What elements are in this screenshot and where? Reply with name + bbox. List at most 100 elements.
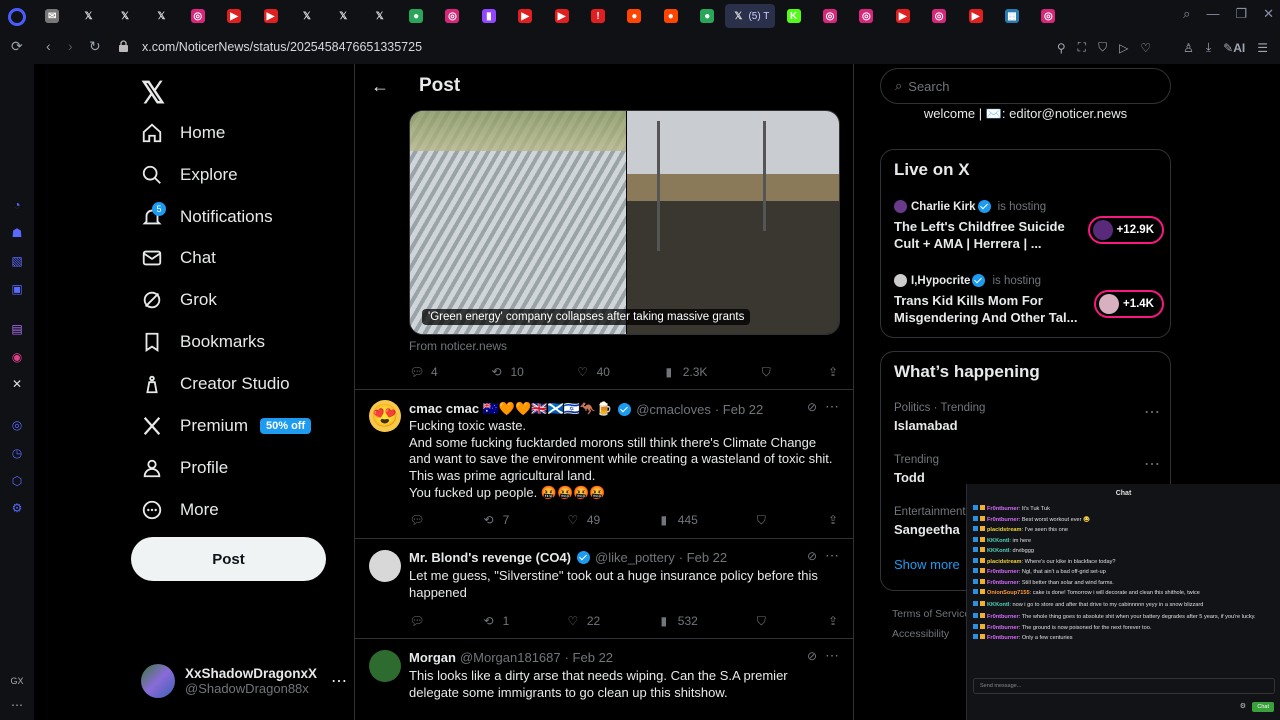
like-button[interactable]: ♡ 22	[565, 613, 600, 629]
reply-cmac[interactable]: 😍 cmac cmac 🇦🇺🧡🧡🇬🇧🏴󠁧󠁢󠁳󠁣󠁴󠁿🇮🇱🦘🍺 @cmacloves…	[355, 389, 853, 537]
bookmark-button[interactable]: ⛉	[753, 613, 769, 629]
reload-sidebar-icon[interactable]: ⟳	[11, 38, 23, 55]
bookmark-button[interactable]: ⛉	[753, 512, 769, 528]
chrome-tab[interactable]: ●	[398, 4, 434, 28]
back-icon[interactable]: ‹	[46, 38, 51, 54]
grok-icon[interactable]: ⊘	[807, 400, 817, 414]
chat-username[interactable]: Fr0ntburner	[987, 635, 1019, 641]
link-source[interactable]: From noticer.news	[409, 339, 507, 353]
account-more-icon[interactable]: ⋯	[331, 671, 347, 691]
reply-date[interactable]: · Feb 22	[715, 402, 763, 417]
tracker-icon[interactable]: ▧	[10, 254, 24, 268]
nav-item-premium[interactable]: Premium 50% off	[140, 411, 312, 441]
reply-handle[interactable]: @Morgan181687	[460, 650, 561, 665]
reply-button[interactable]: 💬︎ 4	[409, 364, 437, 380]
live-item[interactable]: I,Hypocrite is hosting Trans Kid Kills Mo…	[894, 274, 1164, 326]
x-active-tab[interactable]: 𝕏 (5) T	[725, 4, 776, 28]
x-sidebar-icon[interactable]: ✕	[10, 377, 24, 391]
footer-terms-link[interactable]: Terms of Service	[892, 608, 970, 620]
maximize-icon[interactable]: ❐	[1235, 6, 1247, 22]
nav-item-profile[interactable]: Profile	[140, 453, 228, 483]
menu-icon[interactable]: ☰	[1257, 41, 1268, 55]
x-tab[interactable]: 𝕏	[325, 4, 361, 28]
history-icon[interactable]: ◷	[10, 446, 24, 460]
youtube-tab[interactable]: ▶	[543, 4, 579, 28]
post-media-card[interactable]: 'Green energy' company collapses after t…	[409, 110, 840, 335]
nav-item-bookmarks[interactable]: Bookmarks	[140, 327, 265, 357]
chat-username[interactable]: OnionSoup7155	[987, 590, 1030, 596]
x-tab[interactable]: 𝕏	[362, 4, 398, 28]
x-tab[interactable]: 𝕏	[289, 4, 325, 28]
reply-author[interactable]: Morgan	[409, 650, 456, 665]
chat-username[interactable]: Fr0ntburner	[987, 569, 1019, 575]
nav-item-creator-studio[interactable]: Creator Studio	[140, 369, 290, 399]
kick-tab[interactable]: K	[775, 4, 811, 28]
instagram-tab[interactable]: ◎	[812, 4, 848, 28]
chat-username[interactable]: Fr0ntburner	[987, 517, 1019, 523]
profile-icon[interactable]: ♙	[1183, 41, 1194, 55]
instagram-tab[interactable]: ◎	[1030, 4, 1066, 28]
share-button[interactable]: ⇪	[825, 512, 841, 528]
search-input[interactable]: ⌕ Search	[880, 68, 1171, 104]
share-button[interactable]: ⇪	[825, 613, 841, 629]
youtube-tab[interactable]: ▶	[885, 4, 921, 28]
player-icon[interactable]: ◎	[10, 418, 24, 432]
grok-icon[interactable]: ⊘	[807, 649, 817, 663]
reply-author[interactable]: cmac cmac 🇦🇺🧡🧡🇬🇧🏴󠁧󠁢󠁳󠁣󠁴󠁿🇮🇱🦘🍺	[409, 401, 612, 417]
ai-sidebar-icon[interactable]: ☗	[10, 226, 24, 240]
speed-dial-icon[interactable]: ◔	[10, 198, 24, 212]
instagram-tab[interactable]: ◎	[921, 4, 957, 28]
close-icon[interactable]: ✕	[1263, 6, 1274, 22]
x-tab[interactable]: 𝕏	[143, 4, 179, 28]
reddit-tab[interactable]: ●	[653, 4, 689, 28]
listener-pill[interactable]: +1.4K	[1093, 290, 1164, 318]
chat-username[interactable]: KKKontl	[987, 548, 1009, 554]
chat-username[interactable]: KKKontl	[987, 538, 1009, 544]
post-button[interactable]: Post	[131, 537, 326, 581]
x-tab[interactable]: 𝕏	[107, 4, 143, 28]
bookmark-button[interactable]: ⛉	[758, 364, 774, 380]
more-icon[interactable]: ⋯	[1144, 454, 1160, 474]
sidebar-more-icon[interactable]: ⋯	[10, 698, 24, 712]
chat-username[interactable]: placidstream	[987, 559, 1022, 565]
settings-icon[interactable]: ⚙	[10, 501, 24, 515]
repost-button[interactable]: ⟲ 1	[481, 613, 510, 629]
youtube-tab[interactable]: ▶	[216, 4, 252, 28]
chat-username[interactable]: KKKontl	[987, 602, 1009, 608]
views-button[interactable]: ▮ 532	[656, 613, 697, 629]
messenger-icon[interactable]: ▣	[10, 282, 24, 296]
show-more-link[interactable]: Show more	[894, 557, 960, 572]
gx-corner-icon[interactable]: GX	[10, 674, 24, 688]
reply-date[interactable]: · Feb 22	[565, 650, 613, 665]
search-tabs-icon[interactable]: ⌕	[1183, 6, 1190, 22]
twitch-tab[interactable]: ▮	[471, 4, 507, 28]
reply-mr-blond[interactable]: Mr. Blond's revenge (CO4) @like_pottery …	[355, 538, 853, 638]
minimize-icon[interactable]: —	[1206, 6, 1219, 22]
chat-username[interactable]: Fr0ntburner	[987, 506, 1019, 512]
youtube-tab[interactable]: ▶	[507, 4, 543, 28]
instagram-tab[interactable]: ◎	[848, 4, 884, 28]
instagram-tab[interactable]: ◎	[180, 4, 216, 28]
nav-item-grok[interactable]: Grok	[140, 285, 217, 315]
trend-item[interactable]: Politics · Trending Islamabad ⋯	[894, 402, 1160, 433]
trend-item[interactable]: Trending Todd ⋯	[894, 454, 1160, 485]
snapshot-icon[interactable]: ⛶	[1078, 40, 1086, 55]
reload-icon[interactable]: ↻	[89, 38, 101, 55]
nav-item-chat[interactable]: Chat	[140, 243, 216, 273]
youtube-tab[interactable]: ▶	[252, 4, 288, 28]
twitch-sidebar-icon[interactable]: ▤	[10, 322, 24, 336]
repost-button[interactable]: ⟲ 7	[481, 512, 510, 528]
instagram-sidebar-icon[interactable]: ◉	[10, 350, 24, 364]
youtube-tab[interactable]: ▶	[957, 4, 993, 28]
chat-username[interactable]: Fr0ntburner	[987, 614, 1019, 620]
account-switcher[interactable]: XxShadowDragonxX @ShadowDragon88x ⋯	[141, 664, 347, 698]
download-icon[interactable]: ⤓	[1206, 40, 1211, 55]
mail-tab[interactable]: ✉	[34, 4, 70, 28]
more-icon[interactable]: ⋯	[825, 647, 839, 664]
listener-pill[interactable]: +12.9K	[1087, 216, 1164, 244]
pin-icon[interactable]: ⚲	[1057, 41, 1066, 55]
heart-icon[interactable]: ♡	[1140, 41, 1151, 55]
chat-send-button[interactable]: Chat	[1252, 702, 1274, 712]
x-tab[interactable]: 𝕏	[70, 4, 106, 28]
nav-item-home[interactable]: Home	[140, 118, 225, 148]
